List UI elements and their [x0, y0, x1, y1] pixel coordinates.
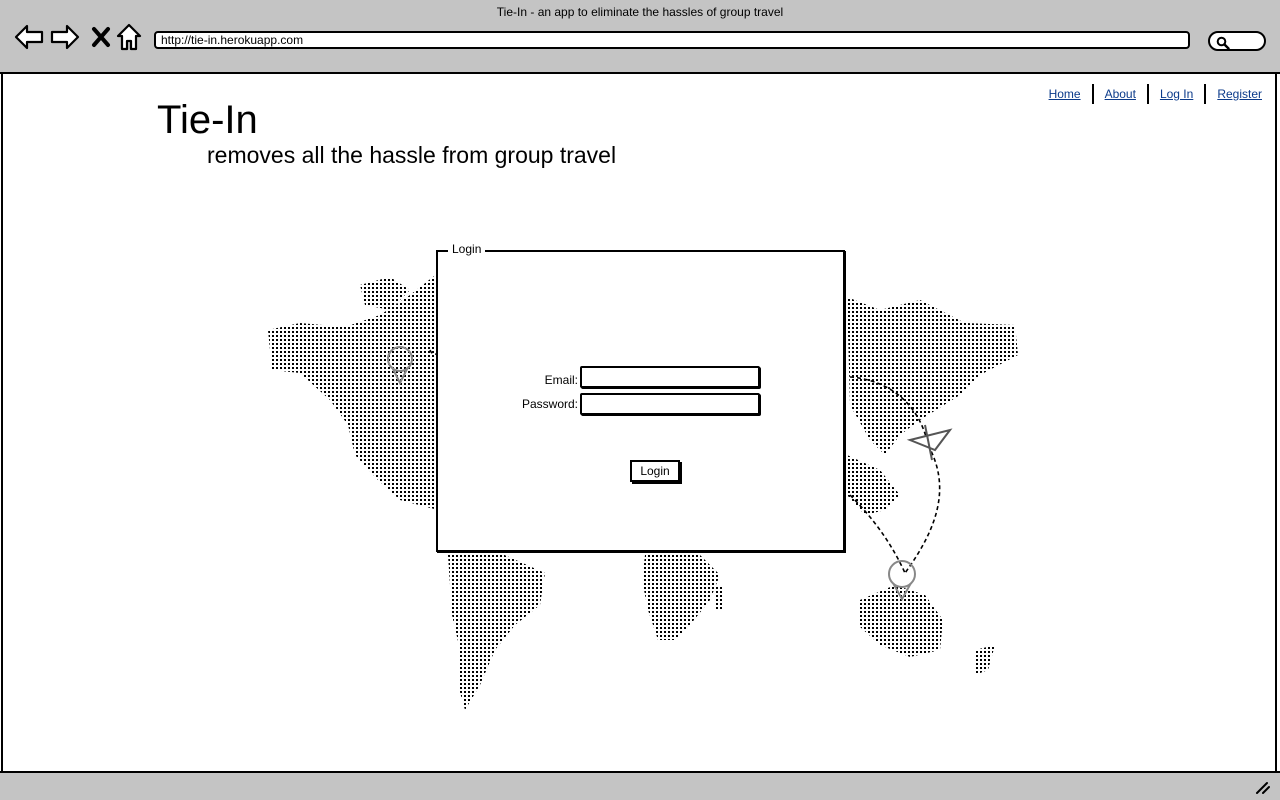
nav-link-register[interactable]: Register — [1215, 87, 1264, 101]
back-button[interactable] — [14, 22, 44, 52]
close-icon — [92, 27, 110, 47]
nav-link-login[interactable]: Log In — [1158, 87, 1195, 101]
login-button[interactable]: Login — [630, 460, 680, 482]
login-form-legend: Login — [448, 242, 486, 256]
page-tagline: removes all the hassle from group travel — [207, 142, 617, 168]
forward-arrow-icon — [50, 24, 80, 50]
browser-status-bar — [0, 771, 1280, 800]
page-title: Tie-In — [157, 98, 258, 142]
back-arrow-icon — [14, 24, 44, 50]
browser-search-field[interactable] — [1208, 31, 1266, 51]
nav-link-about[interactable]: About — [1103, 87, 1138, 101]
window-title: Tie-In - an app to eliminate the hassles… — [496, 5, 784, 19]
nav-divider — [1204, 84, 1207, 104]
nav-link-home[interactable]: Home — [1047, 87, 1083, 101]
browser-toolbar: Tie-In - an app to eliminate the hassles… — [0, 0, 1280, 74]
resize-grip-icon — [1256, 782, 1270, 794]
email-label: Email: — [544, 373, 578, 387]
password-label: Password: — [521, 397, 578, 411]
login-form-panel: Login Email: Password: Login — [436, 242, 845, 552]
stop-button[interactable] — [86, 22, 116, 52]
search-icon — [1216, 36, 1230, 50]
home-button[interactable] — [114, 22, 144, 52]
nav-divider — [1146, 84, 1149, 104]
top-navigation: Home About Log In Register — [1047, 84, 1264, 104]
home-icon — [116, 23, 142, 51]
email-field[interactable] — [580, 366, 760, 388]
airplane-icon — [906, 424, 953, 461]
address-bar[interactable]: http://tie-in.herokuapp.com — [154, 31, 1190, 49]
password-field[interactable] — [580, 393, 760, 415]
forward-button[interactable] — [50, 22, 80, 52]
nav-divider — [1091, 84, 1094, 104]
